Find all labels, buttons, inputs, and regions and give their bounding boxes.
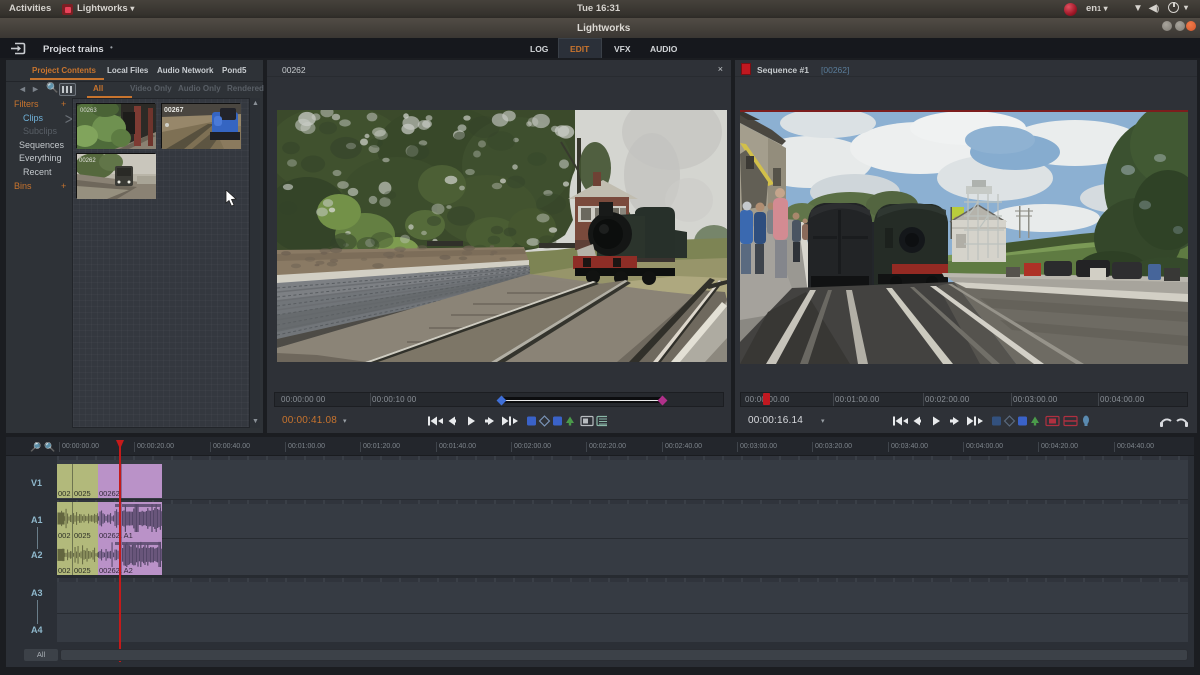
svg-text:00263: 00263	[80, 108, 97, 114]
svg-text:00267: 00267	[164, 107, 184, 114]
svg-text:00262: 00262	[79, 158, 96, 164]
